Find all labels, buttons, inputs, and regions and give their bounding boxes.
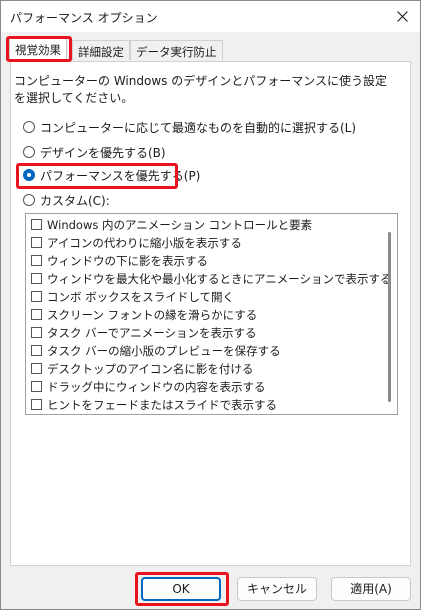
radio-label: コンピューターに応じて最適なものを自動的に選択する(L)	[40, 121, 357, 135]
list-item[interactable]: ウィンドウの下に影を表示する	[31, 253, 381, 271]
list-item[interactable]: タスク バーの縮小版のプレビューを保存する	[31, 343, 381, 361]
radio-label: パフォーマンスを優先する(P)	[40, 169, 201, 183]
radio-circle-checked	[23, 169, 35, 181]
apply-button[interactable]: 適用(A)	[331, 577, 411, 601]
list-item[interactable]: ドラッグ中にウィンドウの内容を表示する	[31, 379, 381, 397]
list-item[interactable]: タスク バーでアニメーションを表示する	[31, 325, 381, 343]
radio-circle	[23, 121, 35, 133]
ok-button[interactable]: OK	[141, 577, 221, 601]
radio-circle	[23, 146, 35, 158]
list-item[interactable]: ヒントをフェードまたはスライドで表示する	[31, 397, 381, 414]
tab-data-execution-prevention[interactable]: データ実行防止	[130, 40, 223, 60]
performance-options-window: パフォーマンス オプション 視覚効果 詳細設定 データ実行防止 コンピューターの…	[0, 0, 421, 610]
checkbox[interactable]	[31, 237, 42, 248]
tab-visual-effects[interactable]: 視覚効果	[9, 37, 67, 62]
close-icon	[397, 11, 408, 22]
cancel-button[interactable]: キャンセル	[237, 577, 317, 601]
checkbox[interactable]	[31, 345, 42, 356]
list-item[interactable]: アイコンの代わりに縮小版を表示する	[31, 235, 381, 253]
radio-circle	[23, 194, 35, 206]
list-scrollbar[interactable]	[388, 232, 391, 402]
checkbox[interactable]	[31, 327, 42, 338]
radio-label: デザインを優先する(B)	[40, 146, 166, 160]
checkbox[interactable]	[31, 219, 42, 230]
radio-label: カスタム(C):	[40, 194, 110, 208]
checkbox[interactable]	[31, 381, 42, 392]
tab-strip: 視覚効果 詳細設定 データ実行防止	[1, 32, 420, 62]
checkbox[interactable]	[31, 273, 42, 284]
title-bar: パフォーマンス オプション	[1, 1, 420, 32]
list-item[interactable]: Windows 内のアニメーション コントロールと要素	[31, 217, 381, 235]
visual-effects-list[interactable]: Windows 内のアニメーション コントロールと要素 アイコンの代わりに縮小版…	[25, 213, 398, 415]
list-item[interactable]: コンボ ボックスをスライドして開く	[31, 289, 381, 307]
list-item[interactable]: スクリーン フォントの縁を滑らかにする	[31, 307, 381, 325]
window-title: パフォーマンス オプション	[10, 11, 158, 25]
list-item[interactable]: ウィンドウを最大化や最小化するときにアニメーションで表示する	[31, 271, 392, 289]
tab-advanced[interactable]: 詳細設定	[72, 40, 130, 60]
checkbox[interactable]	[31, 399, 42, 410]
checkbox[interactable]	[31, 363, 42, 374]
description-text: コンピューターの Windows のデザインとパフォーマンスに使う設定を選択して…	[14, 74, 387, 105]
checkbox[interactable]	[31, 291, 42, 302]
list-item[interactable]: デスクトップのアイコン名に影を付ける	[31, 361, 381, 379]
checkbox[interactable]	[31, 309, 42, 320]
checkbox[interactable]	[31, 255, 42, 266]
close-button[interactable]	[384, 1, 420, 32]
